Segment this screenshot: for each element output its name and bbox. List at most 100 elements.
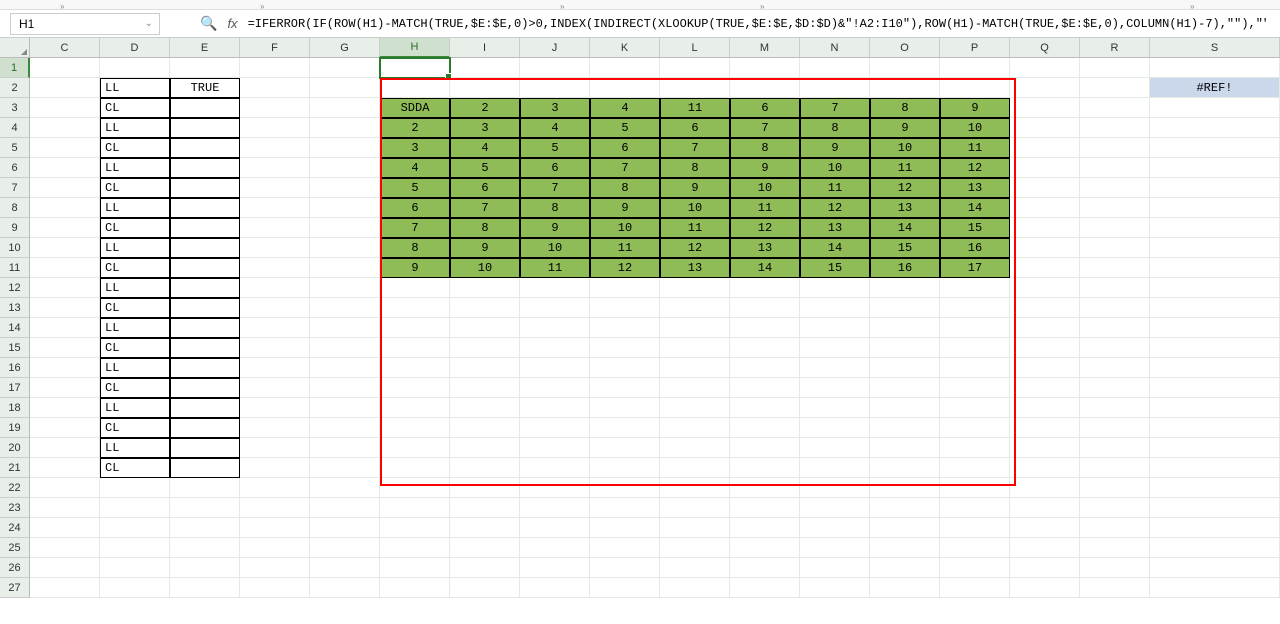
cell-Q8[interactable] <box>1010 198 1080 218</box>
cell-R21[interactable] <box>1080 458 1150 478</box>
cell-S27[interactable] <box>1150 578 1280 598</box>
cell-L17[interactable] <box>660 378 730 398</box>
cell-C5[interactable] <box>30 138 100 158</box>
column-header-H[interactable]: H <box>380 38 450 58</box>
cell-F3[interactable] <box>240 98 310 118</box>
row-header-6[interactable]: 6 <box>0 158 30 178</box>
cell-J26[interactable] <box>520 558 590 578</box>
cell-I6[interactable]: 5 <box>450 158 520 178</box>
cell-H9[interactable]: 7 <box>380 218 450 238</box>
cell-D17[interactable]: CL <box>100 378 170 398</box>
cell-D4[interactable]: LL <box>100 118 170 138</box>
cell-H2[interactable] <box>380 78 450 98</box>
cell-L10[interactable]: 12 <box>660 238 730 258</box>
cell-G26[interactable] <box>310 558 380 578</box>
cell-L12[interactable] <box>660 278 730 298</box>
cell-G24[interactable] <box>310 518 380 538</box>
cell-J19[interactable] <box>520 418 590 438</box>
cell-M27[interactable] <box>730 578 800 598</box>
cell-P7[interactable]: 13 <box>940 178 1010 198</box>
cell-M15[interactable] <box>730 338 800 358</box>
cell-N20[interactable] <box>800 438 870 458</box>
cell-F12[interactable] <box>240 278 310 298</box>
cell-S1[interactable] <box>1150 58 1280 78</box>
cell-L27[interactable] <box>660 578 730 598</box>
cell-Q22[interactable] <box>1010 478 1080 498</box>
cell-I14[interactable] <box>450 318 520 338</box>
cell-I9[interactable]: 8 <box>450 218 520 238</box>
cell-Q16[interactable] <box>1010 358 1080 378</box>
row-header-15[interactable]: 15 <box>0 338 30 358</box>
cell-L7[interactable]: 9 <box>660 178 730 198</box>
cell-K15[interactable] <box>590 338 660 358</box>
cell-E24[interactable] <box>170 518 240 538</box>
cell-F9[interactable] <box>240 218 310 238</box>
cell-I8[interactable]: 7 <box>450 198 520 218</box>
cell-G27[interactable] <box>310 578 380 598</box>
cell-N14[interactable] <box>800 318 870 338</box>
cell-O10[interactable]: 15 <box>870 238 940 258</box>
cell-Q5[interactable] <box>1010 138 1080 158</box>
cell-J5[interactable]: 5 <box>520 138 590 158</box>
cell-H21[interactable] <box>380 458 450 478</box>
cell-R14[interactable] <box>1080 318 1150 338</box>
cell-F19[interactable] <box>240 418 310 438</box>
cell-H22[interactable] <box>380 478 450 498</box>
cell-R7[interactable] <box>1080 178 1150 198</box>
cell-F22[interactable] <box>240 478 310 498</box>
cell-L19[interactable] <box>660 418 730 438</box>
cell-P6[interactable]: 12 <box>940 158 1010 178</box>
cell-F1[interactable] <box>240 58 310 78</box>
cell-G16[interactable] <box>310 358 380 378</box>
cell-Q25[interactable] <box>1010 538 1080 558</box>
cell-D10[interactable]: LL <box>100 238 170 258</box>
cell-C2[interactable] <box>30 78 100 98</box>
cell-P16[interactable] <box>940 358 1010 378</box>
cell-O15[interactable] <box>870 338 940 358</box>
cell-Q11[interactable] <box>1010 258 1080 278</box>
cell-N23[interactable] <box>800 498 870 518</box>
cell-N17[interactable] <box>800 378 870 398</box>
cell-J1[interactable] <box>520 58 590 78</box>
cell-R1[interactable] <box>1080 58 1150 78</box>
cell-G18[interactable] <box>310 398 380 418</box>
cell-I3[interactable]: 2 <box>450 98 520 118</box>
cell-J21[interactable] <box>520 458 590 478</box>
cell-G25[interactable] <box>310 538 380 558</box>
cell-J25[interactable] <box>520 538 590 558</box>
cell-O19[interactable] <box>870 418 940 438</box>
cell-I10[interactable]: 9 <box>450 238 520 258</box>
cell-F5[interactable] <box>240 138 310 158</box>
chevron-down-icon[interactable]: ⌄ <box>145 18 153 29</box>
cell-I1[interactable] <box>450 58 520 78</box>
cell-J9[interactable]: 9 <box>520 218 590 238</box>
cell-J23[interactable] <box>520 498 590 518</box>
cell-Q14[interactable] <box>1010 318 1080 338</box>
cell-F11[interactable] <box>240 258 310 278</box>
cell-C12[interactable] <box>30 278 100 298</box>
cell-S9[interactable] <box>1150 218 1280 238</box>
cell-M11[interactable]: 14 <box>730 258 800 278</box>
column-header-L[interactable]: L <box>660 38 730 58</box>
cell-D18[interactable]: LL <box>100 398 170 418</box>
cell-N13[interactable] <box>800 298 870 318</box>
row-header-23[interactable]: 23 <box>0 498 30 518</box>
cell-I13[interactable] <box>450 298 520 318</box>
cell-N11[interactable]: 15 <box>800 258 870 278</box>
cell-M14[interactable] <box>730 318 800 338</box>
cell-L6[interactable]: 8 <box>660 158 730 178</box>
cell-O1[interactable] <box>870 58 940 78</box>
cell-P19[interactable] <box>940 418 1010 438</box>
cell-L25[interactable] <box>660 538 730 558</box>
cell-N1[interactable] <box>800 58 870 78</box>
cell-R12[interactable] <box>1080 278 1150 298</box>
cell-G5[interactable] <box>310 138 380 158</box>
cell-H18[interactable] <box>380 398 450 418</box>
cell-G1[interactable] <box>310 58 380 78</box>
cell-S8[interactable] <box>1150 198 1280 218</box>
cell-H23[interactable] <box>380 498 450 518</box>
cell-S16[interactable] <box>1150 358 1280 378</box>
cell-J22[interactable] <box>520 478 590 498</box>
cell-S17[interactable] <box>1150 378 1280 398</box>
row-header-19[interactable]: 19 <box>0 418 30 438</box>
